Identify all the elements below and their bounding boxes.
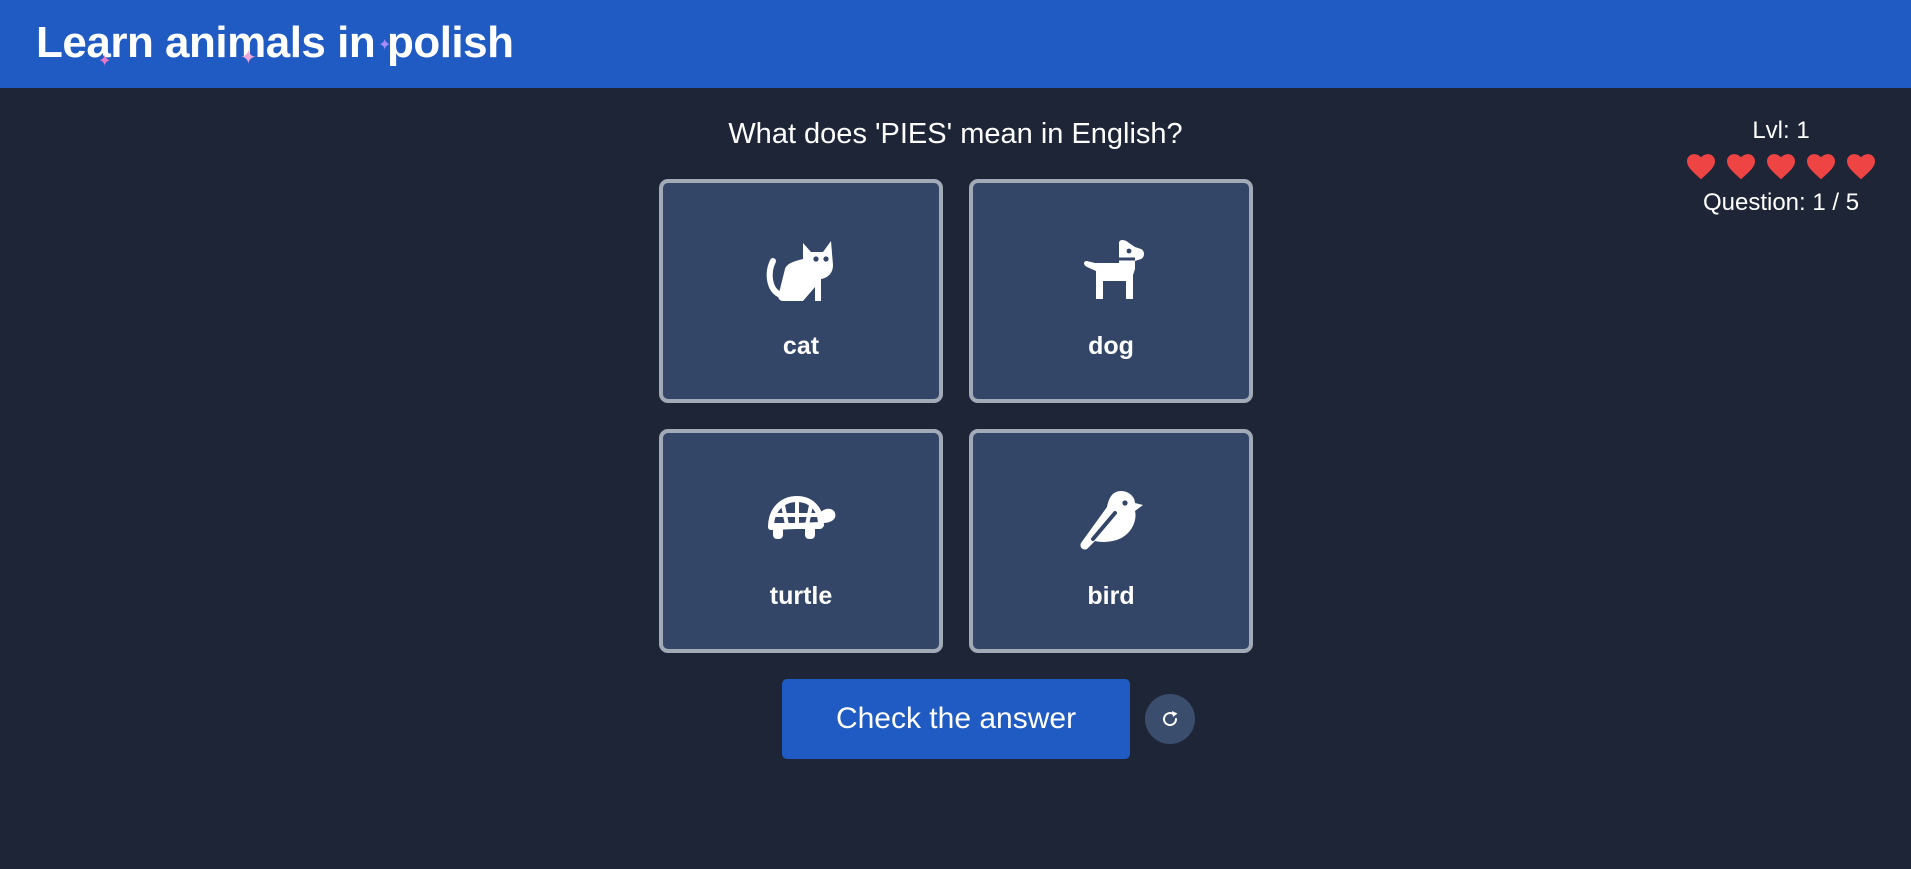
- option-card-turtle[interactable]: turtle: [659, 429, 943, 653]
- reset-button[interactable]: [1145, 694, 1195, 744]
- lives-hearts: [1681, 154, 1881, 180]
- question-counter: Question: 1 / 5: [1702, 189, 1860, 216]
- heart-icon: [1687, 154, 1715, 180]
- option-card-cat[interactable]: cat: [659, 179, 943, 403]
- heart-icon: [1847, 154, 1875, 180]
- turtle-icon: [768, 496, 836, 539]
- check-answer-button[interactable]: Check the answer: [782, 679, 1130, 759]
- option-label: cat: [782, 332, 820, 360]
- option-label: bird: [1087, 582, 1135, 610]
- stats-panel: Lvl: 1 Question: 1 / 5: [1681, 116, 1881, 218]
- heart-icon: [1727, 154, 1755, 180]
- heart-icon: [1807, 154, 1835, 180]
- bird-icon: [1080, 491, 1143, 550]
- sparkle-icon: ✦: [378, 37, 392, 54]
- option-card-bird[interactable]: bird: [969, 429, 1253, 653]
- level-indicator: Lvl: 1: [1752, 117, 1810, 144]
- option-card-dog[interactable]: dog: [969, 179, 1253, 403]
- sparkle-icon: ✦: [240, 47, 257, 69]
- app-header: Learn animals in polish ✦ ✦ ✦: [0, 0, 1911, 88]
- heart-icon: [1767, 154, 1795, 180]
- question-text: What does 'PIES' mean in English?: [728, 118, 1183, 150]
- cat-icon: [766, 241, 833, 301]
- option-label: turtle: [769, 582, 833, 610]
- dog-icon: [1084, 240, 1144, 299]
- refresh-icon: [1163, 711, 1178, 727]
- option-label: dog: [1088, 332, 1134, 360]
- sparkle-icon: ✦: [98, 53, 112, 70]
